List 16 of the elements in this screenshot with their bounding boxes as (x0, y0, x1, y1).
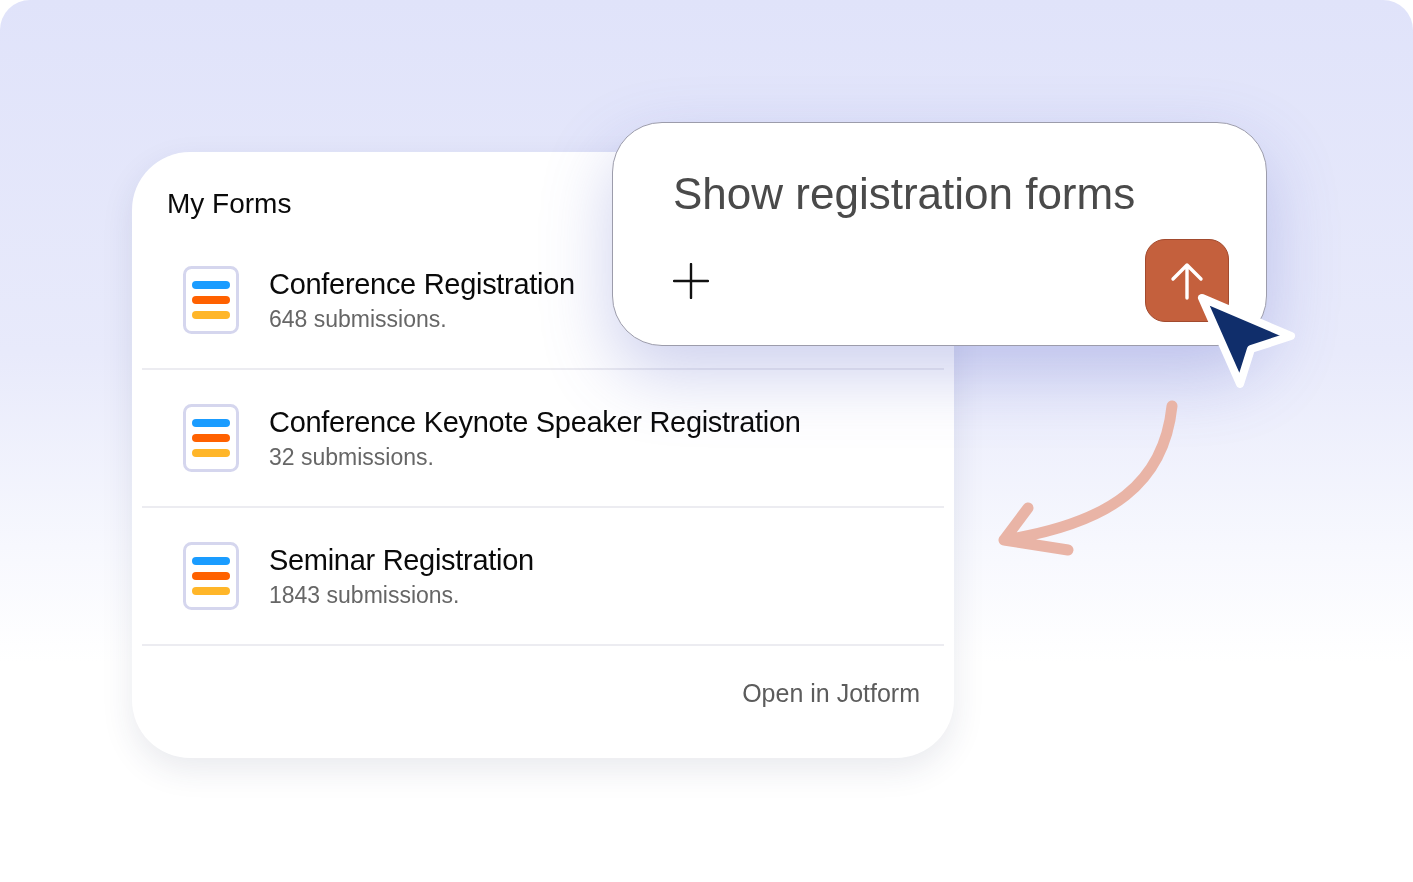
form-title: Conference Keynote Speaker Registration (269, 405, 801, 440)
form-title: Seminar Registration (269, 543, 534, 578)
forms-title: My Forms (167, 187, 292, 221)
submission-count: 648 submissions. (269, 305, 447, 334)
submission-count: 32 submissions. (269, 443, 434, 472)
form-icon (183, 266, 239, 334)
plus-icon (673, 262, 709, 299)
arrow-up-icon (1170, 261, 1204, 300)
form-icon (183, 542, 239, 610)
open-in-jotform-link[interactable]: Open in Jotform (742, 677, 920, 709)
add-button[interactable] (673, 262, 709, 299)
prompt-field[interactable]: Show registration forms (673, 168, 1136, 220)
form-title: Conference Registration (269, 267, 575, 302)
submission-count: 1843 submissions. (269, 581, 460, 610)
send-button[interactable] (1145, 239, 1229, 322)
form-icon (183, 404, 239, 472)
